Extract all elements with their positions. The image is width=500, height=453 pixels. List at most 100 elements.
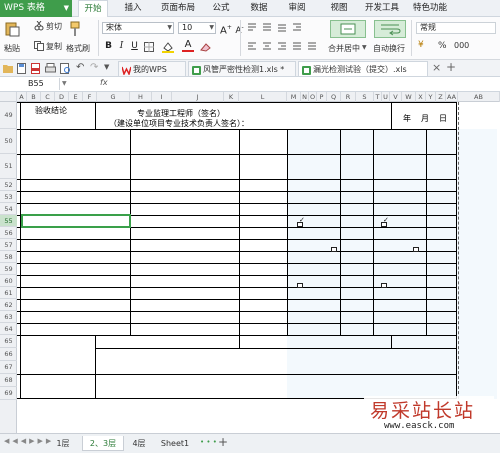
print-icon[interactable]: [45, 63, 56, 74]
column-header[interactable]: AA: [446, 92, 458, 102]
checkbox-icon[interactable]: [413, 247, 419, 252]
checkbox-icon[interactable]: [381, 283, 387, 288]
font-size-select[interactable]: 10 ▼: [178, 22, 216, 34]
row-header[interactable]: 53: [0, 191, 17, 203]
fill-color-icon[interactable]: [162, 42, 174, 53]
tab-developer[interactable]: 开发工具: [362, 0, 402, 17]
undo-icon[interactable]: ↶: [76, 62, 84, 73]
sheet-tab-4[interactable]: 4层: [128, 436, 150, 451]
thousands-button[interactable]: 000: [454, 41, 469, 50]
paste-button[interactable]: 粘贴: [4, 43, 20, 54]
row-header[interactable]: 56: [0, 227, 17, 239]
tab-formulas[interactable]: 公式: [208, 0, 234, 17]
column-header[interactable]: U: [382, 92, 390, 102]
column-header[interactable]: C: [41, 92, 55, 102]
font-name-select[interactable]: 宋体 ▼: [102, 22, 174, 34]
name-box[interactable]: B55: [0, 78, 60, 90]
column-header[interactable]: L: [239, 92, 287, 102]
tab-insert[interactable]: 插入: [118, 0, 148, 17]
row-header[interactable]: 61: [0, 287, 17, 299]
grow-font-icon[interactable]: A+: [220, 22, 232, 36]
underline-icon[interactable]: U: [129, 41, 140, 52]
worksheet-grid[interactable]: 验收结论 专业监理工程师（签名） （建设单位项目专业技术负责人签名）： 年 月 …: [17, 102, 500, 433]
column-header[interactable]: W: [402, 92, 416, 102]
function-icon[interactable]: fx: [100, 78, 108, 87]
cut-button[interactable]: 剪切: [46, 21, 62, 32]
clear-format-icon[interactable]: [200, 42, 212, 52]
checkbox-icon[interactable]: [331, 247, 337, 252]
row-header[interactable]: 49: [0, 102, 17, 129]
column-header[interactable]: Q: [327, 92, 341, 102]
checkbox-icon[interactable]: [297, 283, 303, 288]
add-sheet-button[interactable]: +: [218, 435, 228, 449]
column-header[interactable]: I: [152, 92, 172, 102]
bold-icon[interactable]: B: [103, 41, 114, 52]
column-header[interactable]: G: [97, 92, 130, 102]
row-header[interactable]: 58: [0, 251, 17, 263]
new-tab-button[interactable]: +: [446, 60, 456, 74]
row-header[interactable]: 63: [0, 311, 17, 323]
column-header[interactable]: E: [69, 92, 83, 102]
column-header[interactable]: J: [172, 92, 224, 102]
row-header[interactable]: 57: [0, 239, 17, 251]
selected-cell[interactable]: [21, 214, 131, 228]
tab-special[interactable]: 特色功能: [410, 0, 450, 17]
column-header[interactable]: V: [390, 92, 402, 102]
pdf-icon[interactable]: [31, 63, 40, 74]
more-sheets-button[interactable]: • • •: [200, 438, 217, 446]
row-header[interactable]: 64: [0, 323, 17, 335]
sheet-tab-2-3[interactable]: 2、3层: [82, 436, 124, 451]
column-header[interactable]: T: [374, 92, 382, 102]
font-color-icon[interactable]: A: [182, 40, 194, 52]
copy-icon[interactable]: [34, 41, 44, 51]
doc-tab-light-leak-test[interactable]: 漏光检测试验（提交）.xls: [298, 61, 428, 76]
scissors-icon[interactable]: [34, 20, 44, 31]
row-header[interactable]: 65: [0, 335, 17, 348]
column-header[interactable]: X: [416, 92, 426, 102]
column-header[interactable]: D: [55, 92, 69, 102]
redo-icon[interactable]: ↷: [90, 62, 98, 73]
close-tab-icon[interactable]: ×: [432, 61, 441, 74]
row-header[interactable]: 59: [0, 263, 17, 275]
row-header[interactable]: 68: [0, 374, 17, 387]
column-header[interactable]: F: [83, 92, 97, 102]
app-menu-button[interactable]: WPS 表格 ▼: [0, 0, 72, 17]
row-header[interactable]: 52: [0, 179, 17, 191]
tab-page-layout[interactable]: 页面布局: [156, 0, 200, 17]
paste-icon[interactable]: [4, 21, 22, 37]
folder-icon[interactable]: [3, 64, 13, 73]
doc-tab-my-wps[interactable]: 我的WPS: [118, 61, 186, 76]
column-header[interactable]: R: [341, 92, 356, 102]
column-header[interactable]: N: [301, 92, 309, 102]
column-header[interactable]: AB: [458, 92, 500, 102]
column-header[interactable]: Z: [436, 92, 446, 102]
format-painter-icon[interactable]: [68, 21, 84, 37]
column-header[interactable]: M: [287, 92, 301, 102]
column-header[interactable]: B: [27, 92, 41, 102]
tab-data[interactable]: 数据: [246, 0, 272, 17]
column-header[interactable]: Y: [426, 92, 436, 102]
copy-button[interactable]: 复制: [46, 41, 62, 52]
number-format-select[interactable]: 常规: [416, 22, 496, 34]
row-header[interactable]: 54: [0, 203, 17, 215]
column-header[interactable]: K: [224, 92, 239, 102]
column-header[interactable]: S: [356, 92, 374, 102]
percent-button[interactable]: %: [438, 41, 447, 51]
merge-center-icon[interactable]: [330, 20, 366, 38]
tab-review[interactable]: 审阅: [284, 0, 310, 17]
row-header[interactable]: 60: [0, 275, 17, 287]
format-painter-button[interactable]: 格式刷: [66, 43, 90, 54]
doc-tab-leak-test-1[interactable]: 风管严密性检测1.xls *: [188, 61, 296, 76]
print-preview-icon[interactable]: [60, 63, 71, 74]
row-header[interactable]: 67: [0, 361, 17, 374]
tab-home[interactable]: 开始: [78, 0, 108, 17]
row-header[interactable]: 66: [0, 348, 17, 361]
column-header[interactable]: H: [130, 92, 152, 102]
tab-view[interactable]: 视图: [326, 0, 352, 17]
row-header[interactable]: 51: [0, 154, 17, 179]
wrap-text-icon[interactable]: [374, 20, 406, 38]
row-header[interactable]: 50: [0, 129, 17, 154]
column-header[interactable]: P: [317, 92, 327, 102]
save-icon[interactable]: [17, 63, 26, 74]
sheet-nav-arrows-icon[interactable]: ◀◀◀▶▶▶: [4, 437, 54, 445]
